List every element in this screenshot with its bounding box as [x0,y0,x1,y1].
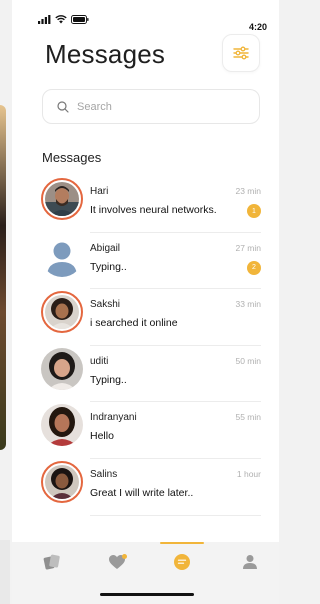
avatar-photo-icon [45,464,79,499]
message-preview: Typing.. [90,260,127,273]
tab-profile[interactable] [230,542,270,582]
previous-card-peek [0,105,6,450]
messages-screen: 4:20 Messages Search Messages Hari It in… [12,0,279,604]
tab-likes[interactable] [98,542,138,582]
sliders-icon [233,46,249,60]
avatar [41,291,83,334]
status-time: 4:20 [248,22,267,32]
row-divider [90,514,261,516]
signal-icon [38,14,51,24]
avatar [41,347,83,390]
default-avatar-icon [41,234,83,277]
message-preview: Great I will write later.. [90,486,194,499]
status-icons [38,14,89,24]
avatar [41,178,83,220]
contact-name: Salins [90,468,118,480]
status-bar: 4:20 [38,12,271,32]
contact-name: Sakshi [90,299,121,311]
contact-name: Hari [90,186,109,197]
battery-icon [71,14,89,24]
avatar-photo-icon [45,295,79,330]
conversation-row-indranyani[interactable]: Indranyani Hello 55 min [41,402,265,459]
unread-badge: 2 [247,260,261,275]
message-preview: It involves neural networks. [90,204,217,216]
message-time: 55 min [235,412,261,423]
contact-name: Abigail [90,242,121,254]
conversation-list: Hari It involves neural networks. 23 min… [41,176,265,516]
avatar-photo-icon [41,404,83,447]
conversation-row-hari[interactable]: Hari It involves neural networks. 23 min… [41,176,265,233]
tab-messages[interactable] [162,542,202,582]
profile-icon [243,555,257,569]
heart-icon [109,554,127,569]
conversation-row-uditi[interactable]: uditi Typing.. 50 min [41,346,265,403]
chat-icon [174,554,190,570]
bottom-tab-bar [12,542,279,604]
message-preview: i searched it online [90,317,178,330]
message-time: 33 min [235,299,261,310]
avatar-photo-icon [41,347,83,390]
search-input[interactable] [77,100,237,113]
conversation-row-salins[interactable]: Salins Great I will write later.. 1 hour [41,459,265,516]
message-time: 1 hour [236,468,261,479]
filter-button[interactable] [222,34,260,72]
conversation-row-abigail[interactable]: Abigail Typing.. 27 min 2 [41,233,265,290]
contact-name: Indranyani [90,412,137,424]
page-title: Messages [45,39,166,69]
search-box[interactable] [42,89,260,124]
tab-cards[interactable] [32,542,72,582]
message-preview: Typing.. [90,373,127,386]
unread-badge: 1 [247,204,261,218]
avatar [41,234,83,277]
avatar [41,404,83,447]
cards-icon [43,554,60,570]
message-time: 23 min [235,186,261,196]
message-time: 50 min [235,355,261,366]
avatar-photo-icon [45,182,79,216]
home-indicator [100,593,194,596]
contact-name: uditi [90,355,109,367]
wifi-icon [55,14,67,23]
search-icon [57,100,69,113]
message-preview: Hello [90,430,114,443]
section-title: Messages [42,150,102,165]
conversation-row-sakshi[interactable]: Sakshi i searched it online 33 min [41,289,265,346]
avatar [41,460,83,503]
background-strip [0,540,10,604]
message-time: 27 min [235,242,261,253]
